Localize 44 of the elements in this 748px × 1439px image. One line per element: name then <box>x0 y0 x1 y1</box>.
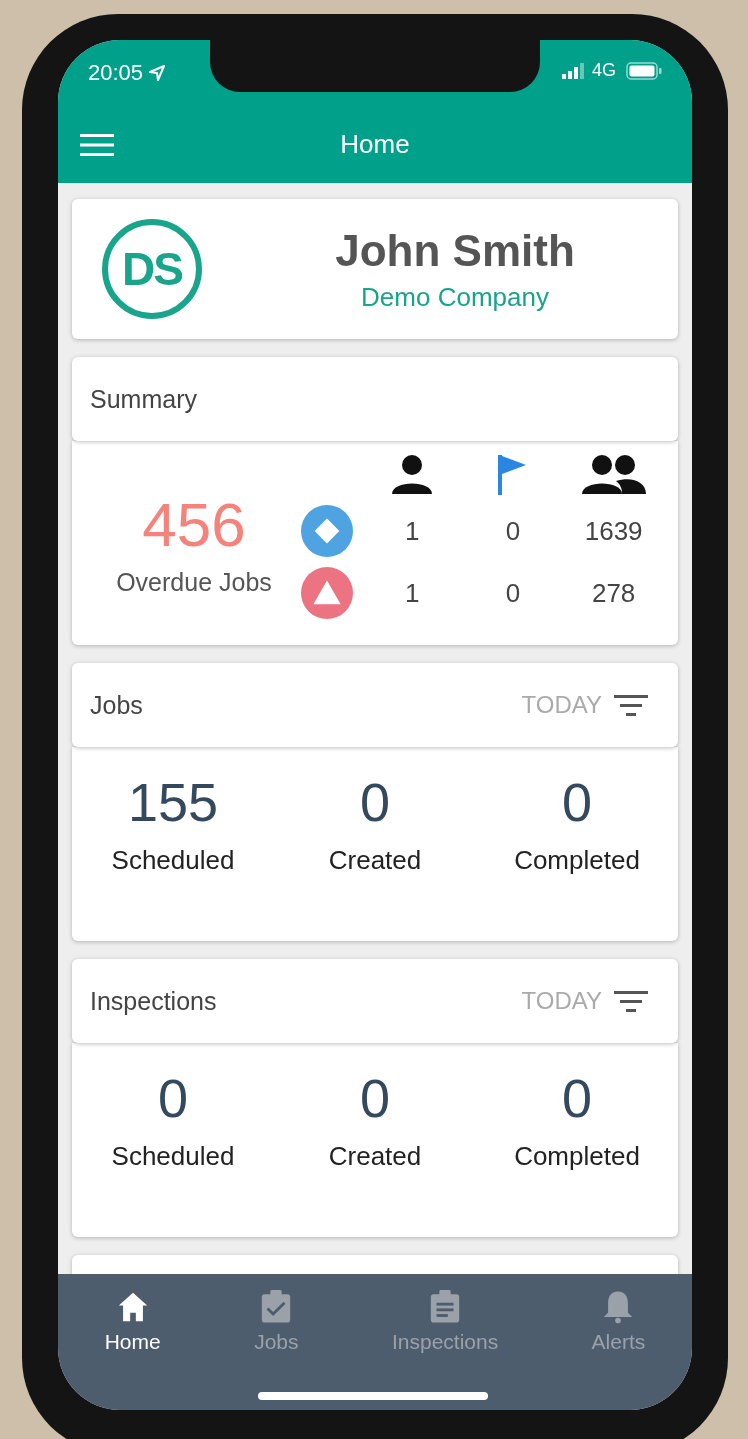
page-title: Home <box>339 129 411 160</box>
stat-label: Scheduled <box>110 1141 236 1172</box>
summary-count: 0 <box>505 515 521 547</box>
user-name: John Smith <box>334 225 576 276</box>
filter-icon <box>614 989 648 1013</box>
overdue-label: Overdue Jobs <box>115 568 273 597</box>
stat-label: Scheduled <box>110 845 236 876</box>
section-title: Jobs <box>90 690 143 720</box>
filter-icon <box>614 693 648 717</box>
summary-count: 0 <box>505 577 521 609</box>
person-icon <box>390 454 435 494</box>
stat-label: Completed <box>513 1141 641 1172</box>
section-title: Inspections <box>90 986 217 1016</box>
stat-value: 0 <box>560 1067 593 1129</box>
signal-icon <box>562 62 586 79</box>
company-logo: DS <box>102 219 202 319</box>
summary-count: 1 <box>405 515 420 547</box>
stat-value: 155 <box>126 771 220 833</box>
menu-icon <box>80 132 114 157</box>
filter-button[interactable]: TODAY <box>521 987 660 1015</box>
stat-value: 0 <box>156 1067 189 1129</box>
menu-button[interactable] <box>80 132 114 157</box>
company-name: Demo Company <box>360 281 550 313</box>
summary-count: 278 <box>591 577 636 609</box>
nav-tab[interactable]: Home <box>104 1290 161 1354</box>
nav-tab[interactable]: Alerts <box>591 1290 646 1354</box>
stat-value: 0 <box>358 1067 391 1129</box>
status-time: 20:05 <box>88 60 144 86</box>
stat-value: 0 <box>560 771 593 833</box>
nav-tab[interactable]: Jobs <box>254 1290 299 1354</box>
filter-button[interactable]: TODAY <box>521 691 660 719</box>
summary-count: 1639 <box>584 515 643 547</box>
stat-label: Completed <box>513 845 641 876</box>
stat-value: 0 <box>358 771 391 833</box>
overdue-count: 456 <box>141 489 247 560</box>
people-icon <box>581 454 646 494</box>
network-label: 4G <box>592 60 616 81</box>
battery-icon <box>626 61 662 80</box>
location-arrow-icon <box>149 65 166 81</box>
stat-label: Created <box>327 1141 423 1172</box>
summary-count: 1 <box>405 577 420 609</box>
stat-label: Created <box>327 845 423 876</box>
nav-tab[interactable]: Inspections <box>391 1290 499 1354</box>
section-title: Summary <box>90 384 197 414</box>
